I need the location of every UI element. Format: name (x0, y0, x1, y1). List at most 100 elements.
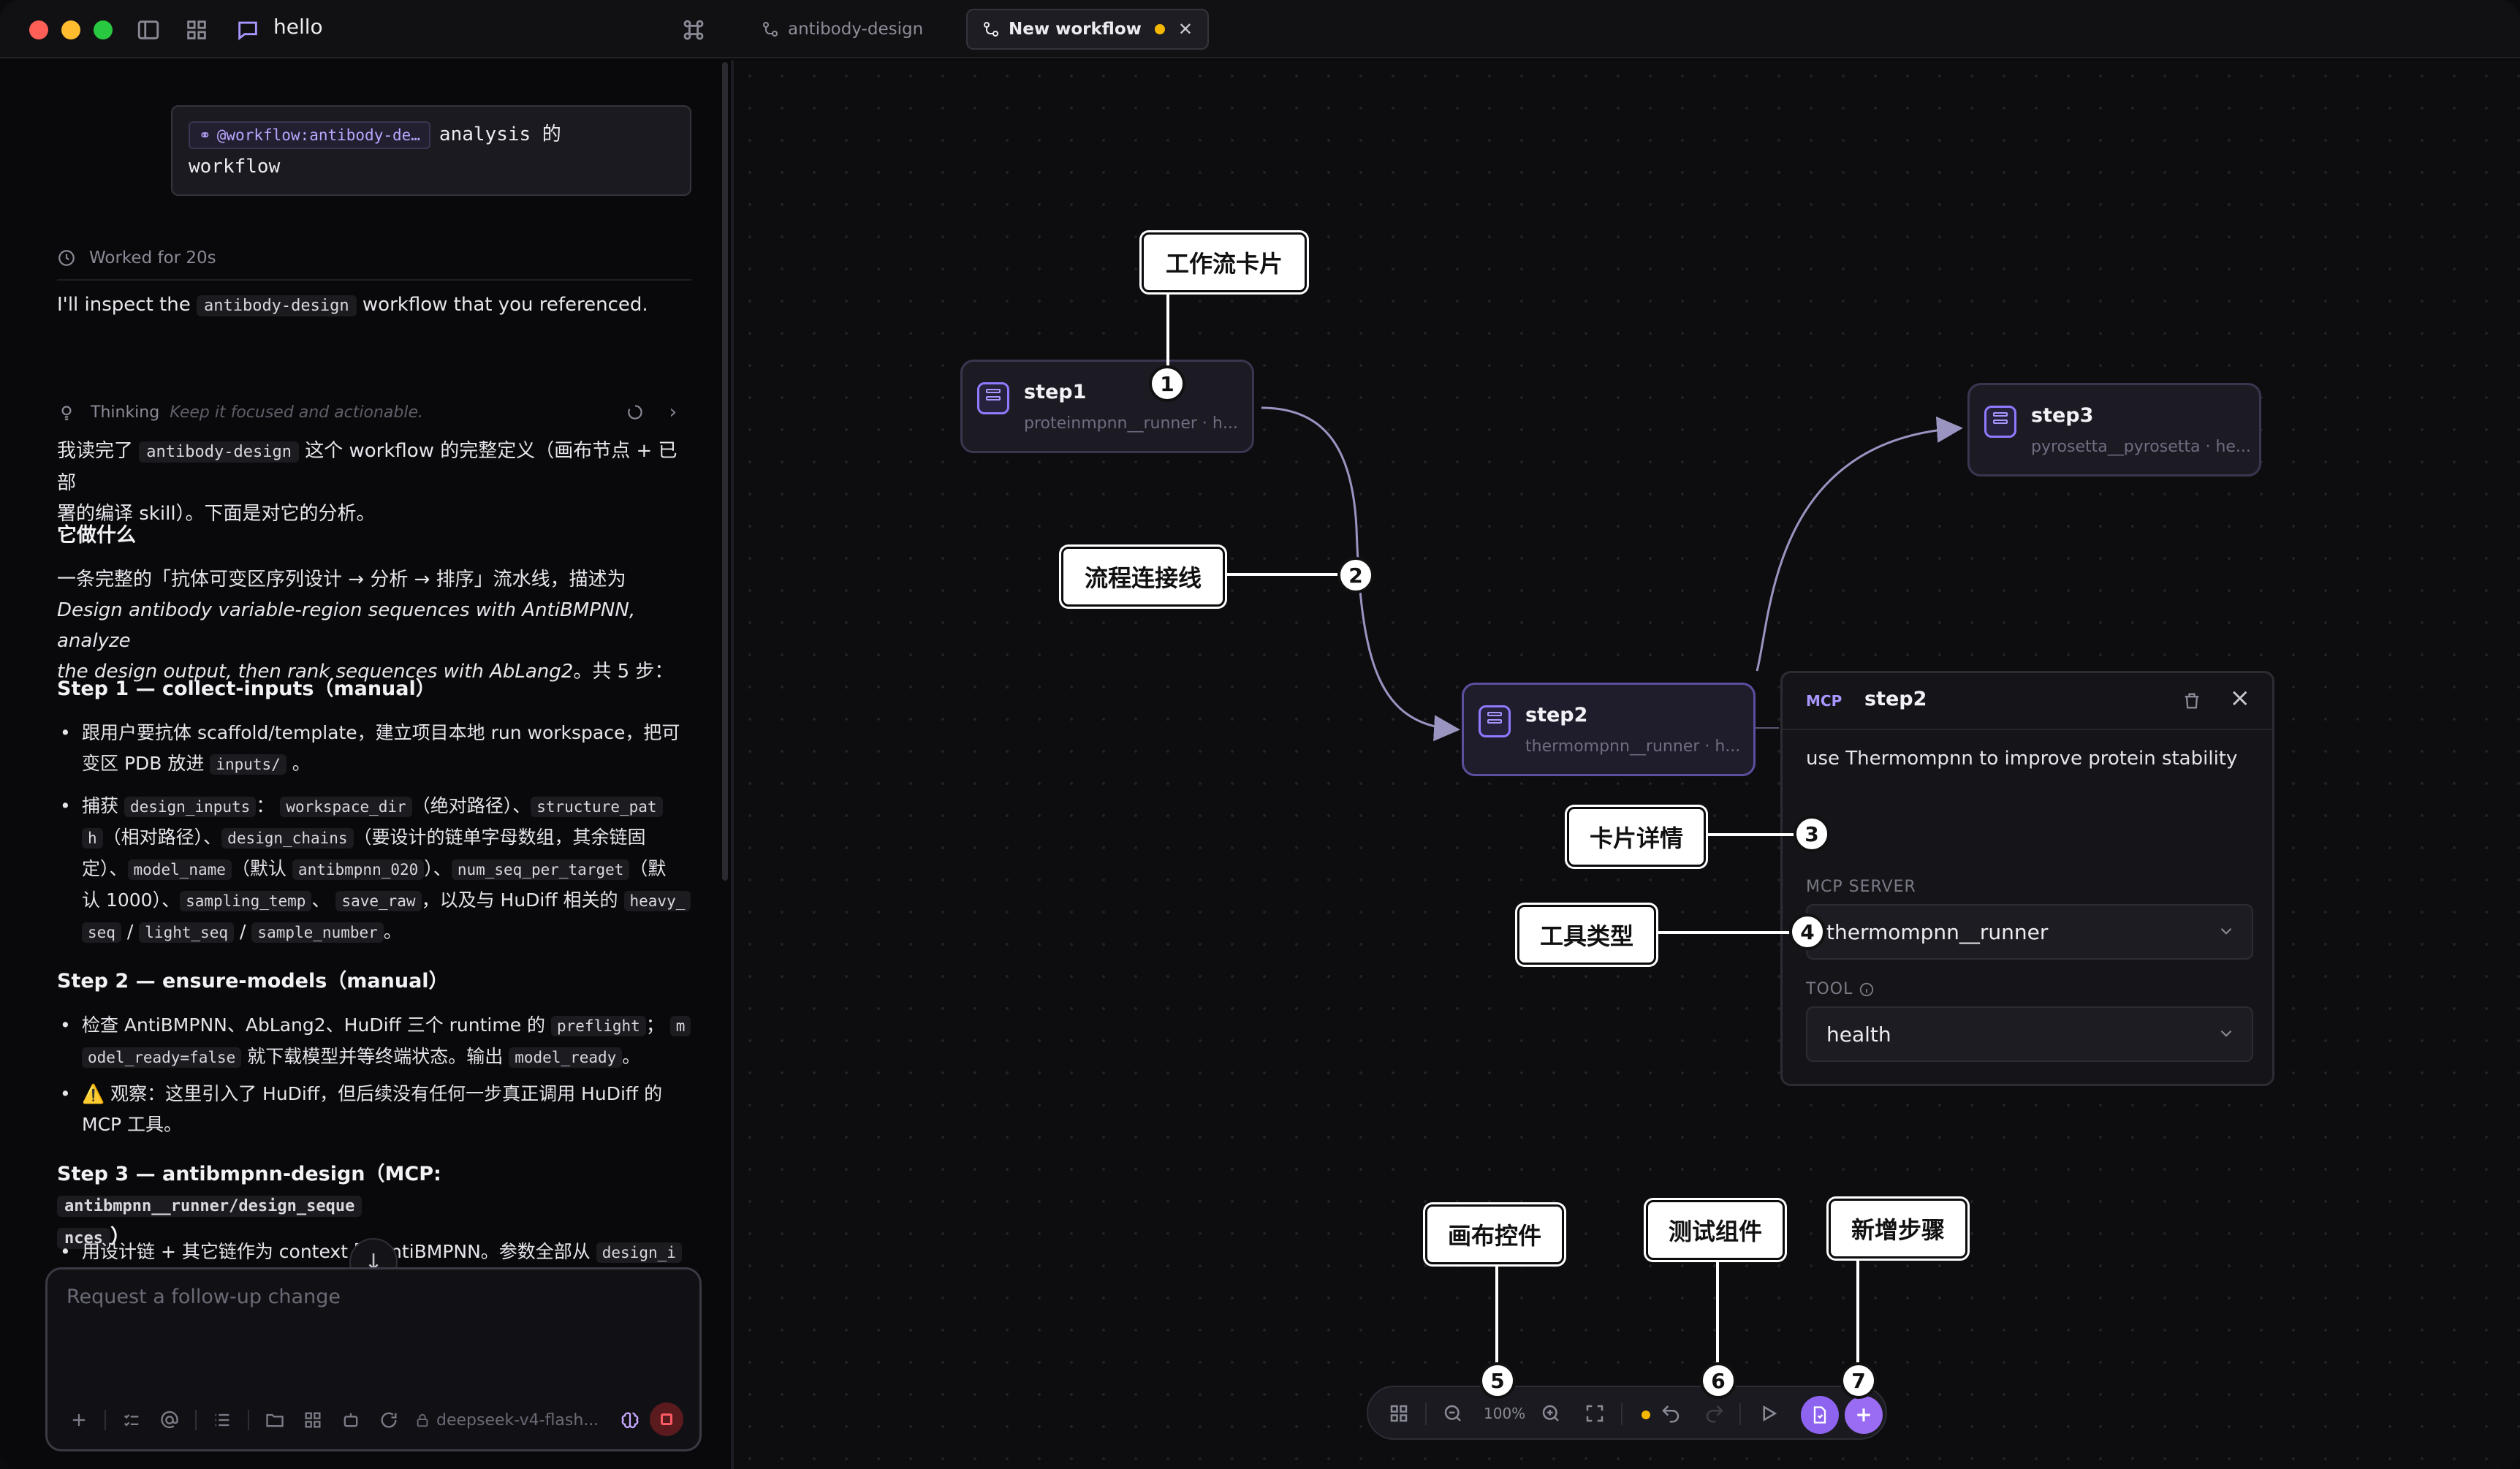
zoom-out-icon[interactable] (1440, 1400, 1466, 1427)
section-heading: 它做什么 (57, 524, 136, 547)
info-icon[interactable] (1859, 982, 1875, 998)
plus-icon[interactable] (67, 1408, 91, 1432)
detail-description: use Thermompnn to improve protein stabil… (1806, 748, 2238, 770)
tab-label: New workflow (1009, 20, 1142, 39)
user-message: ⚭ @workflow:antibody-de… analysis 的 workflo… (171, 105, 691, 196)
workflow-node-step2[interactable]: step2 thermompnn__runner · h... (1462, 683, 1756, 776)
zoom-in-icon[interactable] (1538, 1400, 1564, 1427)
list-item: 捕获 design_inputs： workspace_dir（绝对路径）、st… (57, 791, 691, 948)
divider (1739, 1403, 1741, 1425)
database-icon (1984, 406, 2016, 438)
analysis-summary: 我读完了 antibody-design 这个 workflow 的完整定义（画… (57, 440, 678, 525)
grid-icon[interactable] (300, 1408, 325, 1432)
refresh-icon[interactable] (376, 1408, 401, 1432)
callout-connector (1656, 931, 1799, 934)
callout-connector (1706, 833, 1808, 836)
test-component-button[interactable] (1801, 1396, 1839, 1434)
minimize-window-button[interactable] (61, 20, 80, 39)
redo-icon[interactable] (1701, 1400, 1728, 1427)
callout-number: 4 (1789, 914, 1826, 950)
divider (248, 1410, 249, 1430)
workflow-reference-chip[interactable]: ⚭ @workflow:antibody-de… (189, 121, 430, 149)
workflow-description: 一条完整的「抗体可变区序列设计 → 分析 → 排序」流水线，描述为 Design… (57, 569, 674, 683)
chat-panel: ⚭ @workflow:antibody-de… analysis 的 workflo… (0, 60, 731, 1469)
workflow-node-step3[interactable]: step3 pyrosetta__pyrosetta · he... (1967, 383, 2261, 477)
stop-button[interactable] (650, 1402, 683, 1436)
grid-icon[interactable] (1386, 1400, 1412, 1427)
composer-placeholder: Request a follow-up change (67, 1286, 341, 1308)
mcp-server-select[interactable]: thermompnn__runner (1806, 904, 2253, 960)
checklist-icon[interactable] (119, 1408, 144, 1432)
link-icon: ⚭ (199, 126, 211, 144)
spinner-icon (628, 405, 642, 420)
tab-antibody-design[interactable]: antibody-design (747, 9, 938, 50)
detail-header: MCP step2 × (1783, 673, 2272, 730)
maximize-window-button[interactable] (94, 20, 113, 39)
list-item: 跟用户要抗体 scaffold/template，建立项目本地 run work… (57, 718, 691, 780)
play-icon[interactable] (1756, 1400, 1782, 1427)
thinking-row[interactable]: Thinking Keep it focused and actionable.… (57, 398, 691, 427)
trash-icon[interactable] (2182, 691, 2202, 711)
detail-title: step2 (1864, 688, 1927, 710)
callout-number: 2 (1337, 557, 1374, 593)
workflow-node-step1[interactable]: step1 proteinmpnn__runner · h... (960, 360, 1254, 453)
database-icon (1479, 705, 1511, 737)
chevron-right-icon: › (669, 401, 677, 423)
callout-workflow-card: 工作流卡片 (1142, 232, 1307, 292)
conversation-title: hello (273, 15, 323, 39)
database-icon (977, 382, 1009, 414)
callout-test-component: 测试组件 (1646, 1200, 1785, 1260)
file-icon (1813, 1406, 1826, 1424)
callout-add-step: 新增步骤 (1829, 1199, 1967, 1259)
folder-icon[interactable] (262, 1408, 287, 1432)
callout-flow-connector: 流程连接线 (1061, 547, 1225, 607)
warning-icon: ⚠️ (82, 1083, 105, 1104)
stop-icon (661, 1413, 672, 1425)
sidebar-toggle-icon[interactable] (136, 18, 161, 42)
callout-number: 5 (1479, 1362, 1516, 1399)
list-item: ⚠️ 观察：这里引入了 HuDiff，但后续没有任何一步真正调用 HuDiff … (57, 1079, 691, 1140)
callout-number: 3 (1794, 816, 1830, 852)
worked-status: Worked for 20s (57, 248, 216, 267)
fit-icon[interactable] (1582, 1400, 1608, 1427)
model-selector[interactable]: deepseek-v4-flash... (414, 1411, 599, 1430)
mcp-server-label: MCP SERVER (1806, 878, 1916, 896)
divider (195, 1410, 197, 1430)
tool-select[interactable]: health (1806, 1006, 2253, 1062)
tab-new-workflow[interactable]: New workflow ✕ (966, 9, 1209, 50)
callout-connector (1495, 1264, 1498, 1367)
command-icon[interactable] (681, 18, 706, 42)
clock-icon (58, 250, 75, 266)
step2-heading: Step 2 — ensure-models（manual） (57, 970, 449, 992)
bot-icon[interactable] (338, 1408, 363, 1432)
callout-connector (1225, 573, 1342, 576)
step-detail-panel: MCP step2 × use Thermompnn to improve pr… (1780, 671, 2274, 1086)
edge-step2-step3 (1756, 416, 1963, 672)
close-window-button[interactable] (29, 20, 48, 39)
workflow-icon (763, 22, 778, 37)
chevron-down-icon (2220, 1030, 2232, 1037)
add-step-button[interactable] (1845, 1396, 1883, 1434)
list-icon[interactable] (210, 1408, 235, 1432)
callout-canvas-controls: 画布控件 (1425, 1204, 1564, 1264)
bulb-icon (61, 406, 72, 420)
at-icon[interactable] (157, 1408, 182, 1432)
lock-icon (417, 1413, 428, 1427)
follow-up-composer[interactable]: Request a follow-up change deepseek-v4-f… (45, 1267, 702, 1451)
close-tab-button[interactable]: ✕ (1178, 19, 1193, 39)
brain-icon[interactable] (618, 1408, 642, 1432)
title-bar: hello antibody-design New workflow ✕ (0, 0, 2520, 58)
assistant-intro: I'll inspect the antibody-design workflo… (57, 294, 648, 316)
undo-icon[interactable] (1658, 1400, 1684, 1427)
chat-scrollbar[interactable] (722, 62, 728, 881)
grid-icon[interactable] (184, 18, 209, 42)
unsaved-indicator (1154, 24, 1165, 34)
unsaved-indicator (1642, 1411, 1650, 1419)
tab-label: antibody-design (788, 20, 924, 39)
mcp-badge: MCP (1806, 692, 1842, 710)
callout-number: 6 (1700, 1362, 1737, 1399)
close-icon[interactable]: × (2230, 683, 2251, 713)
callout-connector (1716, 1260, 1719, 1367)
chat-icon (235, 18, 260, 42)
plus-icon (1857, 1408, 1870, 1421)
